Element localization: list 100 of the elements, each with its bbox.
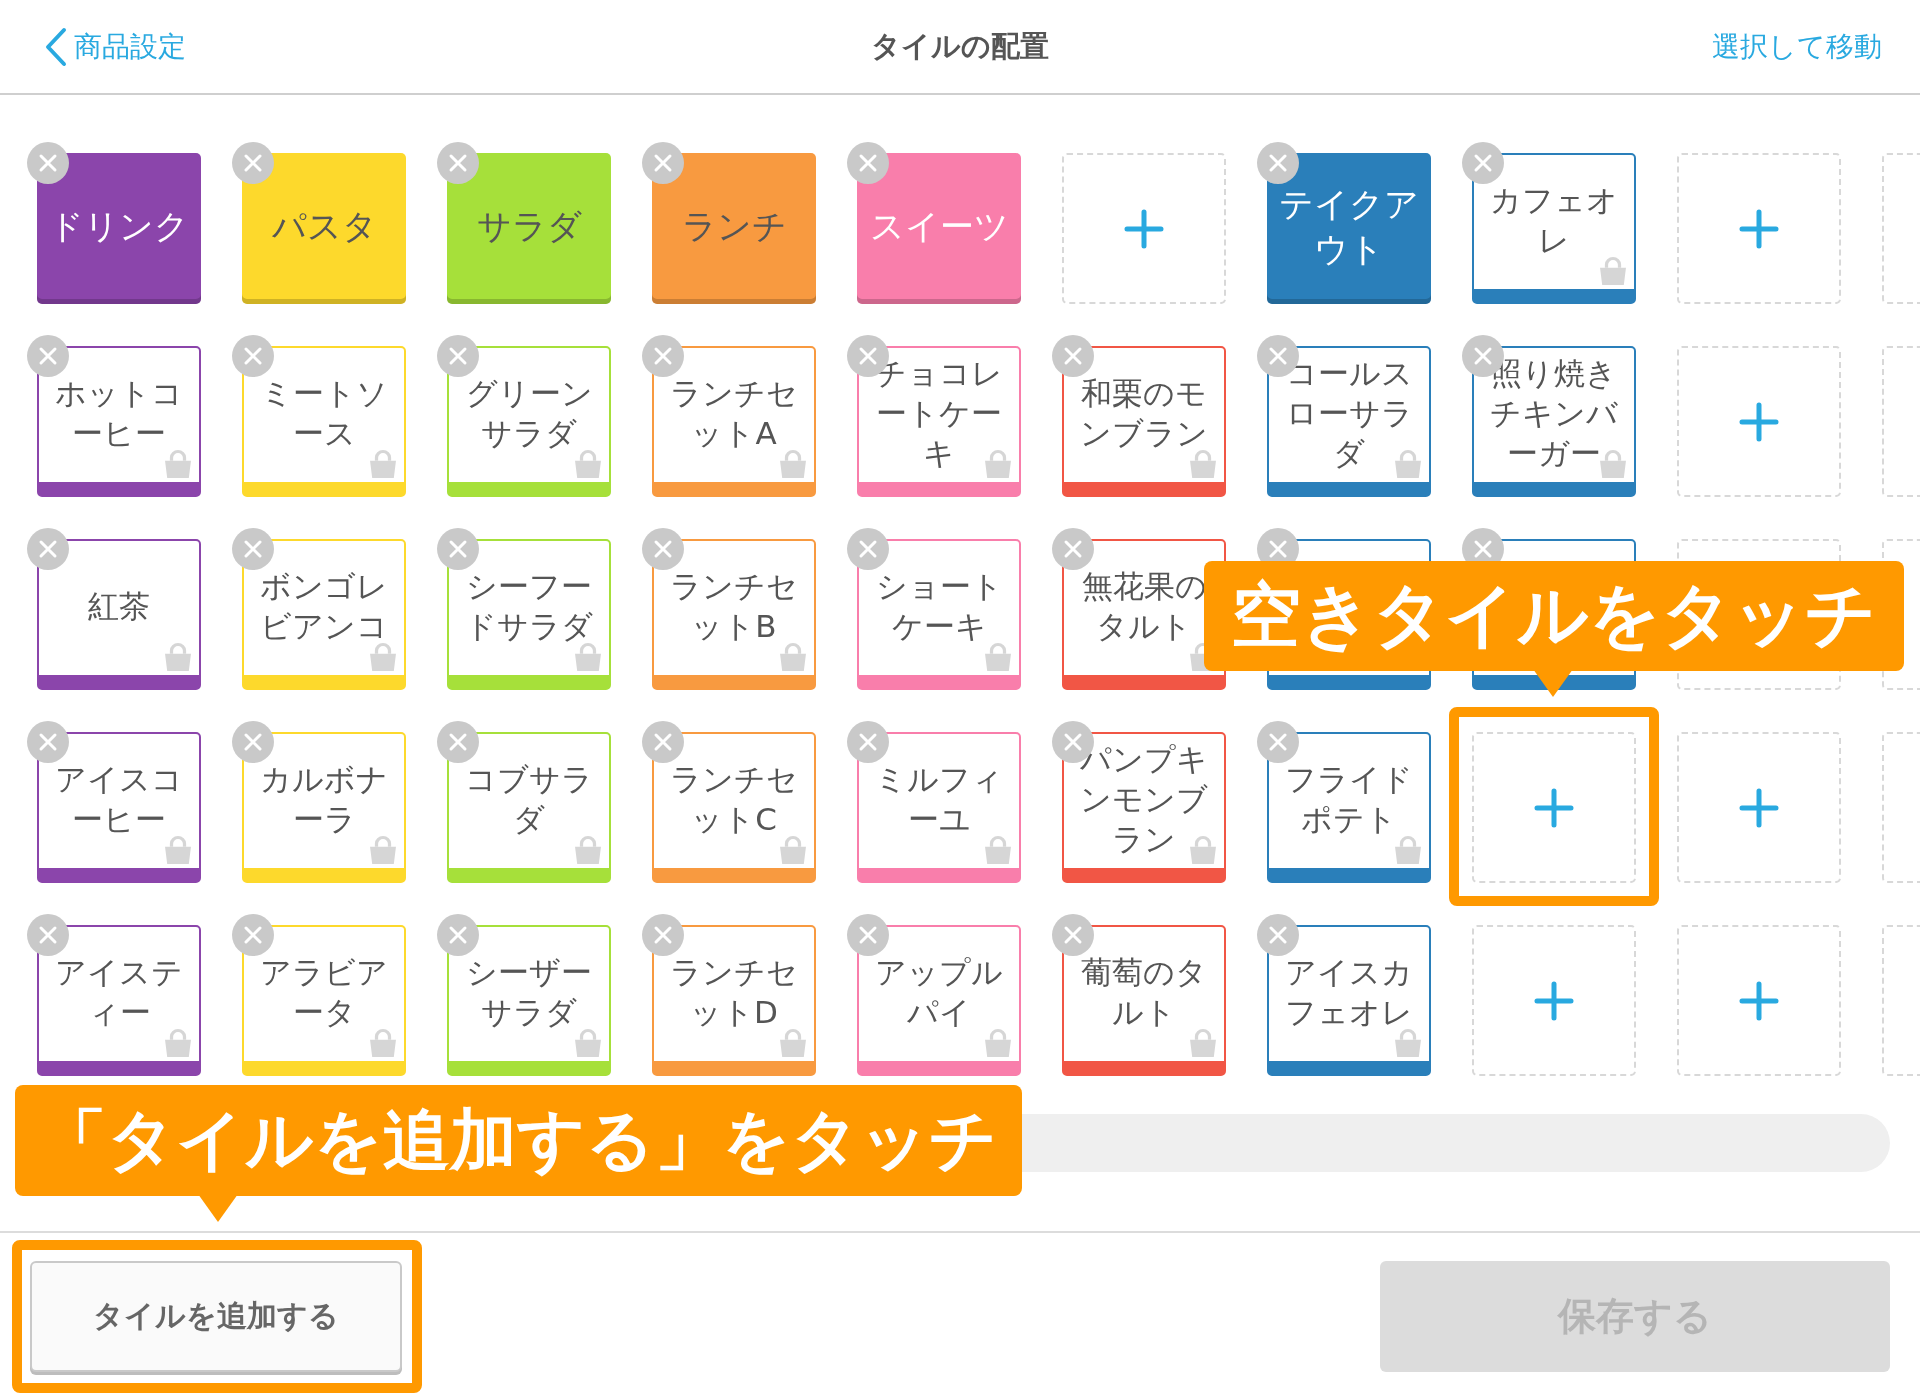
close-icon	[1063, 346, 1083, 366]
close-icon	[653, 539, 673, 559]
close-icon	[1268, 153, 1288, 173]
empty-tile[interactable]	[1677, 925, 1841, 1076]
item-tile[interactable]: ホットコーヒー	[37, 346, 201, 497]
item-tile[interactable]: ショートケーキ	[857, 539, 1021, 690]
bag-icon	[780, 1029, 806, 1057]
empty-tile[interactable]	[1882, 153, 1920, 304]
item-tile[interactable]: コブサラダ	[447, 732, 611, 883]
item-tile[interactable]: ランチセットB	[652, 539, 816, 690]
plus-icon	[1534, 787, 1574, 828]
chevron-left-icon	[44, 26, 68, 67]
bag-icon	[1190, 1029, 1216, 1057]
close-icon	[1063, 925, 1083, 945]
bag-icon	[1600, 450, 1626, 478]
bag-icon	[1395, 450, 1421, 478]
item-tile[interactable]: アラビアータ	[242, 925, 406, 1076]
item-tile[interactable]: アイスカフェオレ	[1267, 925, 1431, 1076]
close-icon	[448, 346, 468, 366]
plus-icon	[1739, 208, 1779, 249]
remove-button[interactable]	[847, 142, 889, 184]
close-icon	[858, 732, 878, 752]
item-tile[interactable]: カフェオレ	[1472, 153, 1636, 304]
item-tile[interactable]: フライドポテト	[1267, 732, 1431, 883]
empty-tile[interactable]	[1677, 732, 1841, 883]
bag-icon	[780, 836, 806, 864]
bag-icon	[575, 1029, 601, 1057]
item-tile[interactable]: パンプキンモンブラン	[1062, 732, 1226, 883]
close-icon	[243, 539, 263, 559]
empty-tile[interactable]	[1882, 925, 1920, 1076]
close-icon	[243, 732, 263, 752]
empty-tile[interactable]	[1677, 346, 1841, 497]
bag-icon	[575, 643, 601, 671]
empty-tile[interactable]	[1882, 346, 1920, 497]
close-icon	[38, 925, 58, 945]
category-tile[interactable]: テイクアウト	[1267, 153, 1431, 304]
category-tile[interactable]: パスタ	[242, 153, 406, 304]
close-icon	[1268, 925, 1288, 945]
bag-icon	[165, 836, 191, 864]
item-tile[interactable]: ランチセットD	[652, 925, 816, 1076]
remove-button[interactable]	[1257, 142, 1299, 184]
empty-tile[interactable]	[1677, 153, 1841, 304]
empty-tile[interactable]	[1472, 925, 1636, 1076]
item-tile[interactable]: アイスコーヒー	[37, 732, 201, 883]
bag-icon	[985, 643, 1011, 671]
item-tile[interactable]: ミルフィーユ	[857, 732, 1021, 883]
item-tile[interactable]: ミートソース	[242, 346, 406, 497]
item-tile[interactable]: グリーンサラダ	[447, 346, 611, 497]
bag-icon	[1190, 450, 1216, 478]
close-icon	[38, 732, 58, 752]
bag-icon	[1395, 1029, 1421, 1057]
plus-icon	[1534, 980, 1574, 1021]
empty-tile[interactable]	[1472, 732, 1636, 883]
item-tile[interactable]: ランチセットC	[652, 732, 816, 883]
bag-icon	[985, 450, 1011, 478]
empty-tile[interactable]	[1062, 153, 1226, 304]
item-tile[interactable]: カルボナーラ	[242, 732, 406, 883]
close-icon	[653, 925, 673, 945]
bag-icon	[780, 643, 806, 671]
close-icon	[653, 153, 673, 173]
item-tile[interactable]: ランチセットA	[652, 346, 816, 497]
close-icon	[653, 346, 673, 366]
category-tile[interactable]: ドリンク	[37, 153, 201, 304]
bag-icon	[165, 1029, 191, 1057]
close-icon	[243, 153, 263, 173]
close-icon	[448, 732, 468, 752]
close-icon	[1473, 346, 1493, 366]
bag-icon	[1600, 257, 1626, 285]
item-tile[interactable]: 葡萄のタルト	[1062, 925, 1226, 1076]
close-icon	[1268, 732, 1288, 752]
bag-icon	[985, 836, 1011, 864]
close-icon	[858, 153, 878, 173]
bag-icon	[370, 836, 396, 864]
close-icon	[448, 153, 468, 173]
item-tile[interactable]: アップルパイ	[857, 925, 1021, 1076]
bag-icon	[575, 836, 601, 864]
bag-icon	[575, 450, 601, 478]
item-tile[interactable]: シーフードサラダ	[447, 539, 611, 690]
empty-tile[interactable]	[1882, 732, 1920, 883]
bag-icon	[370, 643, 396, 671]
bag-icon	[370, 450, 396, 478]
plus-icon	[1739, 401, 1779, 442]
bag-icon	[780, 450, 806, 478]
close-icon	[858, 539, 878, 559]
item-tile[interactable]: ボンゴレビアンコ	[242, 539, 406, 690]
item-tile[interactable]: シーザーサラダ	[447, 925, 611, 1076]
plus-icon	[1124, 208, 1164, 249]
plus-icon	[1739, 980, 1779, 1021]
item-tile[interactable]: アイスティー	[37, 925, 201, 1076]
close-icon	[858, 925, 878, 945]
close-icon	[243, 925, 263, 945]
bag-icon	[985, 1029, 1011, 1057]
item-tile[interactable]: 和栗のモンブラン	[1062, 346, 1226, 497]
close-icon	[1063, 539, 1083, 559]
close-icon	[1268, 539, 1288, 559]
close-icon	[243, 346, 263, 366]
add-tile-button[interactable]: タイルを追加する	[30, 1261, 402, 1372]
remove-button[interactable]	[27, 142, 69, 184]
item-tile[interactable]: 紅茶	[37, 539, 201, 690]
category-tile[interactable]: サラダ	[447, 153, 611, 304]
